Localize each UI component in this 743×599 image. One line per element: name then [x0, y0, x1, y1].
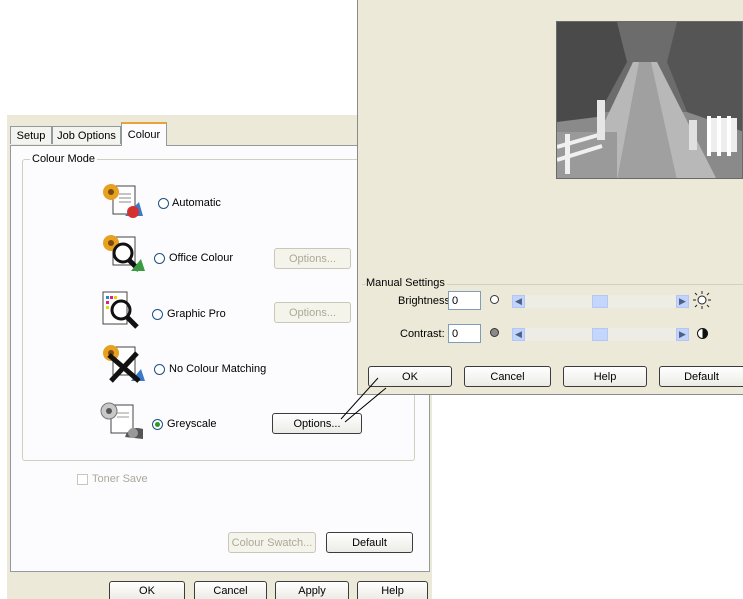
callout-line: [340, 377, 387, 423]
tab-colour[interactable]: Colour: [121, 122, 167, 146]
